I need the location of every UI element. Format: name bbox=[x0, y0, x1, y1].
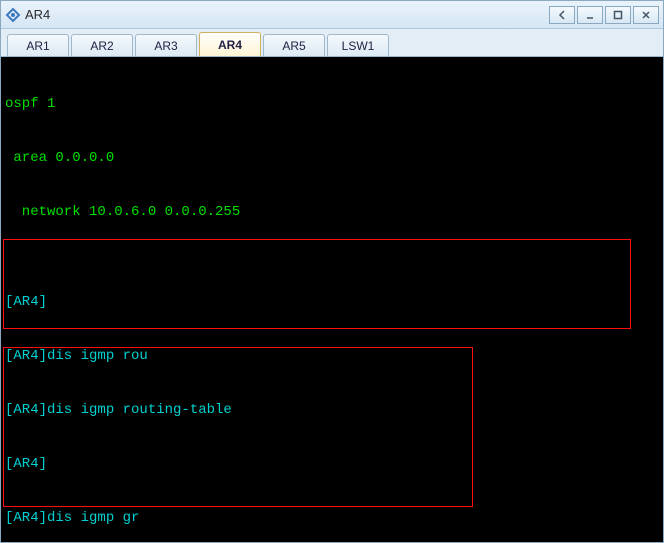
term-line: area 0.0.0.0 bbox=[1, 149, 663, 167]
tab-ar2[interactable]: AR2 bbox=[71, 34, 133, 56]
window-title: AR4 bbox=[25, 7, 547, 22]
term-line: ospf 1 bbox=[1, 95, 663, 113]
close-button[interactable] bbox=[633, 6, 659, 24]
tab-label: AR1 bbox=[26, 39, 49, 53]
scroll-left-button[interactable] bbox=[549, 6, 575, 24]
tab-label: AR4 bbox=[218, 38, 242, 52]
tab-label: AR2 bbox=[90, 39, 113, 53]
highlight-box-2 bbox=[3, 347, 473, 507]
term-prompt: [AR4]dis igmp routing-table bbox=[1, 401, 663, 419]
tab-ar3[interactable]: AR3 bbox=[135, 34, 197, 56]
tab-ar1[interactable]: AR1 bbox=[7, 34, 69, 56]
tab-lsw1[interactable]: LSW1 bbox=[327, 34, 389, 56]
tab-ar5[interactable]: AR5 bbox=[263, 34, 325, 56]
tab-label: AR3 bbox=[154, 39, 177, 53]
terminal[interactable]: ospf 1 area 0.0.0.0 network 10.0.6.0 0.0… bbox=[1, 57, 663, 542]
tab-label: LSW1 bbox=[342, 39, 375, 53]
term-prompt: [AR4]dis igmp gr bbox=[1, 509, 663, 527]
term-prompt: [AR4]dis igmp rou bbox=[1, 347, 663, 365]
tab-ar4[interactable]: AR4 bbox=[199, 32, 261, 56]
maximize-button[interactable] bbox=[605, 6, 631, 24]
term-prompt: [AR4] bbox=[1, 455, 663, 473]
term-line: network 10.0.6.0 0.0.0.255 bbox=[1, 203, 663, 221]
tab-bar: AR1 AR2 AR3 AR4 AR5 LSW1 bbox=[1, 29, 663, 57]
highlight-box-1 bbox=[3, 239, 631, 329]
app-window: AR4 AR1 AR2 AR3 AR4 AR5 LSW1 ospf 1 area… bbox=[0, 0, 664, 543]
minimize-button[interactable] bbox=[577, 6, 603, 24]
tab-label: AR5 bbox=[282, 39, 305, 53]
app-icon bbox=[5, 7, 21, 23]
term-prompt: [AR4] bbox=[1, 293, 663, 311]
titlebar: AR4 bbox=[1, 1, 663, 29]
